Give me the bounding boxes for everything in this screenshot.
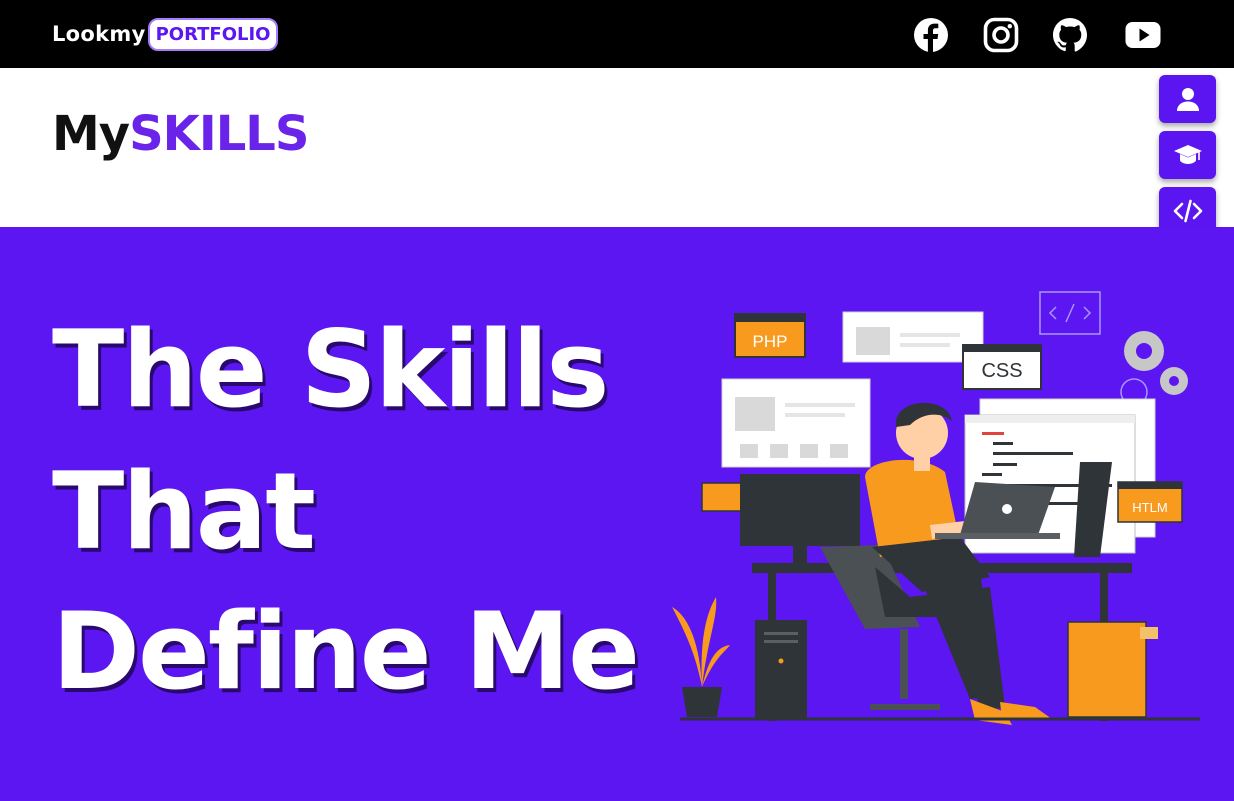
htlm-label: HTLM	[1132, 500, 1167, 515]
php-label: PHP	[753, 332, 788, 351]
page-title: MySKILLS	[52, 106, 309, 162]
code-window-outline	[1039, 291, 1101, 335]
logo-text: Lookmy	[52, 22, 146, 46]
facebook-link[interactable]	[913, 17, 949, 53]
facebook-icon	[914, 18, 948, 53]
user-icon	[1176, 88, 1199, 111]
code-icon	[1173, 199, 1202, 223]
nav-education-button[interactable]	[1159, 131, 1216, 179]
instagram-link[interactable]	[983, 17, 1019, 53]
graduation-cap-icon	[1173, 145, 1202, 164]
orange-window-left	[701, 482, 743, 512]
site-logo[interactable]: Lookmy PORTFOLIO	[52, 16, 279, 52]
hero-line-2: That	[52, 450, 316, 573]
youtube-icon	[1125, 22, 1161, 48]
storage-box	[1067, 621, 1147, 718]
hero-line-3: Define Me	[52, 590, 640, 713]
hero-line-1: The Skills	[52, 308, 609, 431]
developer-illustration: PHP CSS HTLM	[672, 291, 1200, 725]
htlm-window: HTLM	[1117, 481, 1183, 523]
instagram-icon	[983, 17, 1019, 53]
logo-badge: PORTFOLIO	[147, 17, 279, 51]
title-skills: SKILLS	[129, 106, 309, 162]
section-heading: MySKILLS	[0, 68, 1234, 227]
monitor-icon	[740, 474, 860, 546]
ui-window-left	[721, 378, 871, 468]
php-window: PHP	[734, 313, 806, 358]
nav-about-button[interactable]	[1159, 75, 1216, 123]
gears-icon	[1120, 331, 1188, 406]
youtube-link[interactable]	[1125, 17, 1161, 53]
css-label: CSS	[981, 360, 1022, 382]
github-icon	[1053, 18, 1087, 52]
css-window: CSS	[962, 344, 1042, 390]
plant-icon	[672, 597, 730, 717]
github-link[interactable]	[1052, 17, 1088, 53]
hero-banner: The Skills That Define Me PHP CSS HTLM	[0, 227, 1234, 801]
top-bar: Lookmy PORTFOLIO	[0, 0, 1234, 68]
title-my: My	[52, 106, 130, 162]
